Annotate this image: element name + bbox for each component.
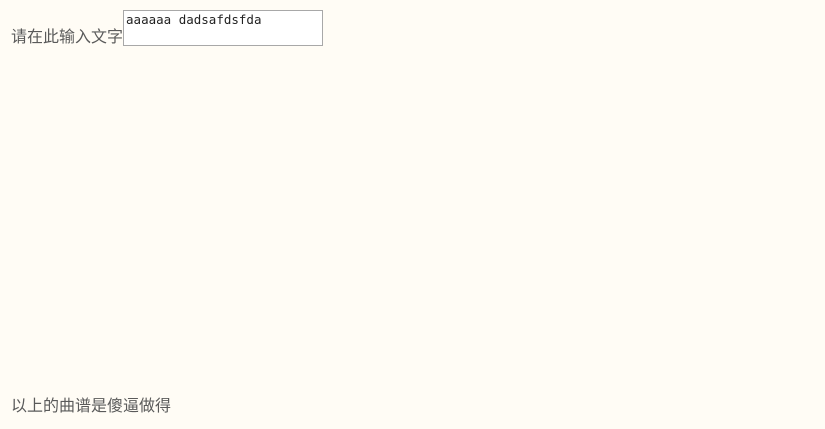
text-input-field[interactable] — [123, 10, 324, 46]
input-label: 请在此输入文字 — [11, 27, 124, 46]
text-input-row: 请在此输入文字 — [11, 10, 324, 46]
footer-note: 以上的曲谱是傻逼做得 — [11, 396, 172, 415]
